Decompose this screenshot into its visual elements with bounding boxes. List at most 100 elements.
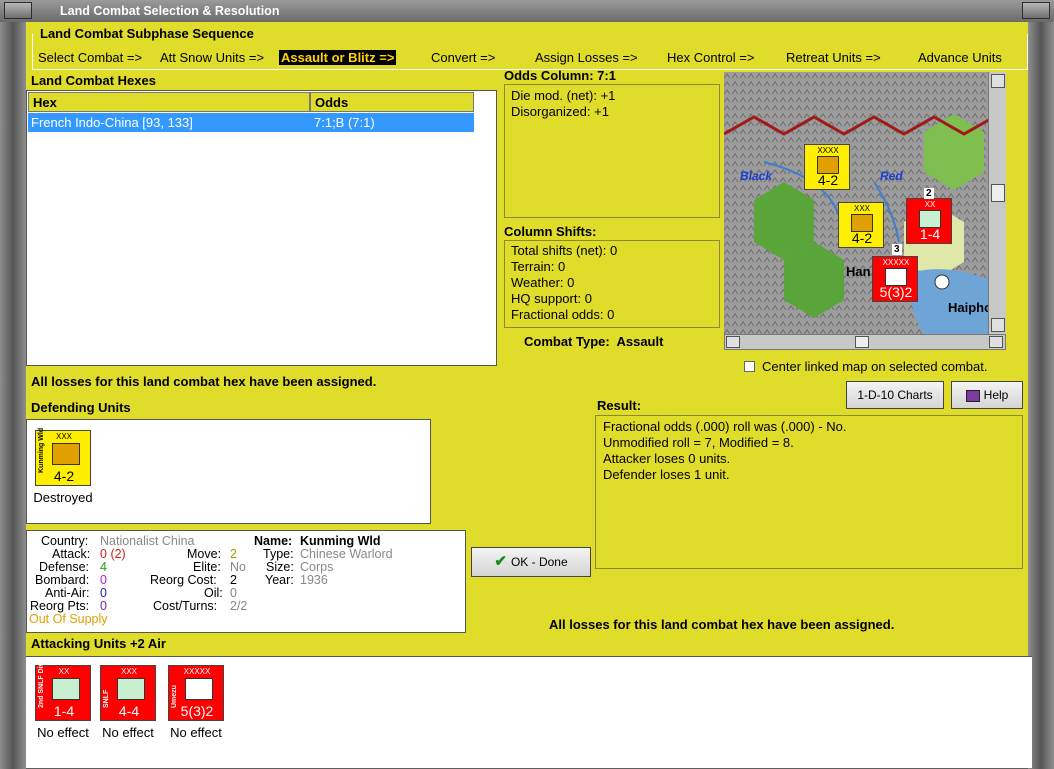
unit-strength: 5(3)2 bbox=[180, 703, 214, 719]
oil-label: Oil: bbox=[204, 586, 223, 600]
linked-map[interactable]: Black Red Han Haipho XXXX 4-2 XXX 4-2 XX… bbox=[724, 72, 1006, 334]
result-line: Unmodified roll = 7, Modified = 8. bbox=[603, 435, 794, 450]
size-label: Size: bbox=[266, 560, 294, 574]
defense-label: Defense: bbox=[39, 560, 90, 574]
step-assault-or-blitz: Assault or Blitz => bbox=[279, 50, 397, 65]
odds-cell: 7:1;B (7:1) bbox=[314, 115, 375, 130]
reorg-value: 0 bbox=[100, 599, 107, 613]
map-counter-kunming[interactable]: XXX 4-2 bbox=[838, 202, 884, 248]
map-vertical-scrollbar[interactable] bbox=[988, 72, 1006, 334]
type-value: Chinese Warlord bbox=[300, 547, 393, 561]
odds-column-header[interactable]: Odds bbox=[310, 92, 474, 112]
title-bar: Land Combat Selection & Resolution bbox=[0, 0, 1054, 23]
step-advance-units: Advance Units bbox=[918, 50, 1002, 65]
fractional-odds-line: Fractional odds: 0 bbox=[511, 307, 615, 322]
result-line: Defender loses 1 unit. bbox=[603, 467, 730, 482]
attacking-unit-status: No effect bbox=[170, 725, 222, 740]
step-select-combat: Select Combat => bbox=[38, 50, 143, 65]
scroll-up-icon[interactable] bbox=[991, 74, 1005, 88]
attacking-unit-counter[interactable]: XX 2nd SNLF Div 1-4 bbox=[35, 662, 91, 721]
elite-value: No bbox=[230, 560, 246, 574]
odds-column-title: Odds Column: 7:1 bbox=[504, 68, 616, 83]
map-counter-umezu[interactable]: XXXXX 5(3)2 bbox=[872, 256, 918, 302]
unit-strength: 1-4 bbox=[53, 703, 75, 719]
help-label: Help bbox=[983, 388, 1009, 402]
help-button[interactable]: Help bbox=[951, 381, 1023, 409]
horizontal-scroll-thumb[interactable] bbox=[855, 336, 869, 348]
step-retreat-units: Retreat Units => bbox=[786, 50, 881, 65]
unit-strength: 4-4 bbox=[118, 703, 140, 719]
reorg-cost-value: 2 bbox=[230, 573, 237, 587]
name-label: Name: bbox=[254, 534, 293, 548]
oil-value: 0 bbox=[230, 586, 237, 600]
attacking-unit-status: No effect bbox=[37, 725, 89, 740]
move-label: Move: bbox=[187, 547, 222, 561]
center-map-checkbox[interactable] bbox=[744, 361, 755, 372]
hexes-title: Land Combat Hexes bbox=[31, 73, 156, 88]
size-value: Corps bbox=[300, 560, 334, 574]
terrain-line: Terrain: 0 bbox=[511, 259, 566, 274]
unit-size: XXX bbox=[120, 667, 137, 676]
attacking-units-title: Attacking Units +2 Air bbox=[31, 636, 166, 651]
marine-unit-icon bbox=[52, 678, 80, 700]
step-assign-losses: Assign Losses => bbox=[535, 50, 638, 65]
year-label: Year: bbox=[265, 573, 294, 587]
result-title: Result: bbox=[597, 398, 642, 413]
left-border bbox=[0, 22, 26, 769]
table-row[interactable]: French Indo-China [93, 133] 7:1;B (7:1) bbox=[28, 113, 474, 132]
year-value: 1936 bbox=[300, 573, 328, 587]
hq-support-line: HQ support: 0 bbox=[511, 291, 592, 306]
attack-value: 0 (2) bbox=[100, 547, 126, 561]
hex-cell: French Indo-China [93, 133] bbox=[31, 115, 193, 130]
charts-button[interactable]: 1-D-10 Charts bbox=[846, 381, 944, 409]
checkmark-icon: ✔ bbox=[494, 553, 507, 570]
attacking-unit-counter[interactable]: XXXXX Umezu 5(3)2 bbox=[168, 665, 224, 721]
infantry-unit-icon bbox=[185, 678, 213, 700]
attacking-unit-counter[interactable]: XXX SNLF 4-4 bbox=[100, 665, 156, 721]
map-counter-snlf[interactable]: XX 1-4 bbox=[906, 198, 952, 244]
subphase-title: Land Combat Subphase Sequence bbox=[38, 26, 256, 41]
disorganized-line: Disorganized: +1 bbox=[511, 104, 609, 119]
ok-done-button[interactable]: ✔ OK - Done bbox=[471, 547, 591, 577]
supply-status: Out Of Supply bbox=[29, 612, 108, 626]
scroll-right-icon[interactable] bbox=[989, 336, 1003, 348]
name-value: Kunming Wld bbox=[300, 534, 381, 548]
reorg-cost-label: Reorg Cost: bbox=[150, 573, 217, 587]
antiair-label: Anti-Air: bbox=[45, 586, 90, 600]
defending-unit-counter[interactable]: XXX Kunming Wld 4-2 bbox=[35, 428, 91, 486]
label-red: Red bbox=[880, 169, 903, 183]
label-hanoi: Han bbox=[846, 264, 871, 279]
map-horizontal-scrollbar[interactable] bbox=[724, 334, 1006, 350]
scroll-left-icon[interactable] bbox=[726, 336, 740, 348]
ok-done-label: OK - Done bbox=[510, 555, 568, 569]
losses-assigned-message: All losses for this land combat hex have… bbox=[31, 374, 377, 389]
country-label: Country: bbox=[41, 534, 89, 548]
scroll-down-icon[interactable] bbox=[991, 318, 1005, 332]
country-value: Nationalist China bbox=[100, 534, 195, 548]
result-box: Fractional odds (.000) roll was (.000) -… bbox=[595, 415, 1023, 569]
elite-label: Elite: bbox=[193, 560, 221, 574]
bombard-label: Bombard: bbox=[35, 573, 90, 587]
hex-column-header[interactable]: Hex bbox=[28, 92, 310, 112]
losses-assigned-message-bottom: All losses for this land combat hex have… bbox=[549, 617, 895, 632]
step-att-snow-units: Att Snow Units => bbox=[160, 50, 265, 65]
die-mod-line: Die mod. (net): +1 bbox=[511, 88, 616, 103]
center-map-label: Center linked map on selected combat. bbox=[762, 359, 988, 374]
marine-unit-icon bbox=[117, 678, 145, 700]
port-icon bbox=[934, 274, 950, 290]
step-hex-control: Hex Control => bbox=[667, 50, 755, 65]
map-counter-yellow[interactable]: XXXX 4-2 bbox=[804, 144, 850, 190]
attack-label: Attack: bbox=[52, 547, 91, 561]
warlord-unit-icon bbox=[52, 443, 80, 465]
unit-strength: 4-2 bbox=[53, 468, 75, 484]
label-haiphong: Haipho bbox=[948, 300, 992, 315]
defending-unit-status: Destroyed bbox=[33, 490, 93, 505]
step-convert: Convert => bbox=[431, 50, 496, 65]
system-menu-button[interactable] bbox=[4, 2, 32, 19]
label-black: Black bbox=[740, 169, 773, 183]
reorg-label: Reorg Pts: bbox=[30, 599, 90, 613]
vertical-scroll-thumb[interactable] bbox=[991, 184, 1005, 202]
close-button[interactable] bbox=[1022, 2, 1050, 19]
defense-value: 4 bbox=[100, 560, 107, 574]
unit-name: 2nd SNLF Div bbox=[38, 662, 45, 708]
